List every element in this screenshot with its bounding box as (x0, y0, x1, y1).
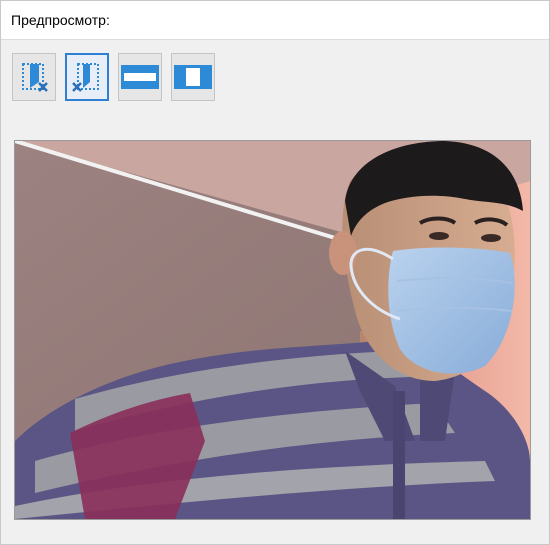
horizontal-strip-button[interactable] (118, 53, 162, 101)
vertical-strip-icon (173, 60, 213, 94)
crop-select-icon (70, 58, 104, 96)
vertical-strip-button[interactable] (171, 53, 215, 101)
header-bar: Предпросмотр: (1, 1, 549, 40)
preview-dialog: Предпросмотр: (0, 0, 550, 545)
horizontal-strip-icon (120, 60, 160, 94)
crop-select-button[interactable] (65, 53, 109, 101)
preview-image (14, 140, 531, 520)
preview-heading: Предпросмотр: (11, 12, 110, 28)
crop-clear-icon (17, 58, 51, 96)
clear-crop-button[interactable] (12, 53, 56, 101)
